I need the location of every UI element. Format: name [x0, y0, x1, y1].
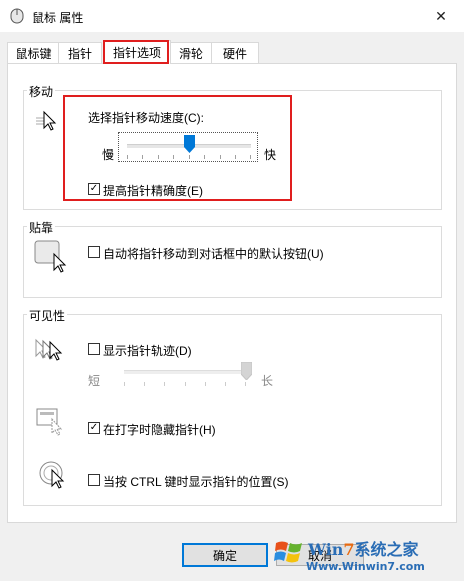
speed-tick	[158, 155, 159, 159]
show-location-icon	[39, 461, 65, 489]
watermark-line2: Www.Winwin7.com	[306, 560, 425, 573]
snap-group-label: 贴靠	[27, 219, 56, 236]
hide-while-typing-label: 在打字时隐藏指针(H)	[103, 423, 216, 437]
speed-slider[interactable]	[118, 132, 258, 162]
tab-pointers[interactable]: 指针	[58, 42, 102, 63]
ok-button[interactable]: 确定	[182, 543, 268, 567]
speed-tick	[142, 155, 143, 159]
speed-tick	[189, 155, 190, 159]
tab-pointer-options[interactable]: 指针选项	[103, 40, 171, 64]
tab-wheel[interactable]: 滑轮	[169, 42, 213, 63]
tab-panel: 移动 选择指针移动速度(C): 慢 快 ✓ 提高指针精确度(E) 贴靠 自动将指…	[7, 63, 457, 523]
trails-tick	[225, 382, 226, 386]
snap-to-icon	[34, 240, 67, 273]
precision-checkbox[interactable]: ✓	[88, 183, 100, 195]
watermark-logo: Win7系统之家 Www.Winwin7.com	[272, 532, 464, 581]
motion-group-label: 移动	[27, 83, 56, 100]
short-label: 短	[88, 374, 101, 388]
pointer-trails-icon	[35, 338, 63, 361]
slow-label: 慢	[102, 148, 115, 162]
tab-hardware[interactable]: 硬件	[211, 42, 259, 63]
tab-buttons[interactable]: 鼠标键	[7, 42, 60, 63]
watermark-line1: Win7系统之家	[308, 540, 419, 559]
pointer-speed-icon	[36, 110, 57, 131]
trails-tick	[144, 382, 145, 386]
speed-label: 选择指针移动速度(C):	[88, 111, 204, 125]
trails-tick	[124, 382, 125, 386]
close-icon: ✕	[435, 7, 447, 24]
speed-tick	[250, 155, 251, 159]
visibility-group-label: 可见性	[27, 307, 68, 324]
speed-tick	[235, 155, 236, 159]
speed-tick	[127, 155, 128, 159]
snap-group: 贴靠	[23, 219, 442, 298]
title-bar: 鼠标 属性 ✕	[0, 0, 464, 32]
close-button[interactable]: ✕	[418, 0, 464, 32]
snap-label: 自动将指针移动到对话框中的默认按钮(U)	[103, 247, 324, 261]
checkmark-icon: ✓	[89, 422, 99, 433]
fast-label: 快	[264, 148, 277, 162]
mouse-icon	[10, 8, 24, 24]
long-label: 长	[261, 374, 274, 388]
speed-tick	[220, 155, 221, 159]
trails-tick	[245, 382, 246, 386]
trails-slider[interactable]	[120, 362, 252, 392]
speed-tick	[204, 155, 205, 159]
windows-flag-icon	[274, 541, 302, 563]
hide-pointer-icon	[36, 408, 63, 436]
trails-tick	[164, 382, 165, 386]
trails-tick	[205, 382, 206, 386]
speed-slider-thumb[interactable]	[183, 135, 195, 153]
ctrl-location-checkbox[interactable]	[88, 474, 100, 486]
trails-slider-track	[124, 370, 246, 374]
hide-while-typing-checkbox[interactable]: ✓	[88, 422, 100, 434]
trails-slider-thumb[interactable]	[240, 362, 252, 380]
speed-tick	[173, 155, 174, 159]
window-title: 鼠标 属性	[32, 11, 84, 25]
trails-tick	[185, 382, 186, 386]
trails-label: 显示指针轨迹(D)	[103, 344, 192, 358]
ctrl-location-label: 当按 CTRL 键时显示指针的位置(S)	[103, 475, 289, 489]
checkmark-icon: ✓	[89, 183, 99, 194]
precision-label: 提高指针精确度(E)	[103, 184, 203, 198]
snap-checkbox[interactable]	[88, 246, 100, 258]
trails-checkbox[interactable]	[88, 343, 100, 355]
